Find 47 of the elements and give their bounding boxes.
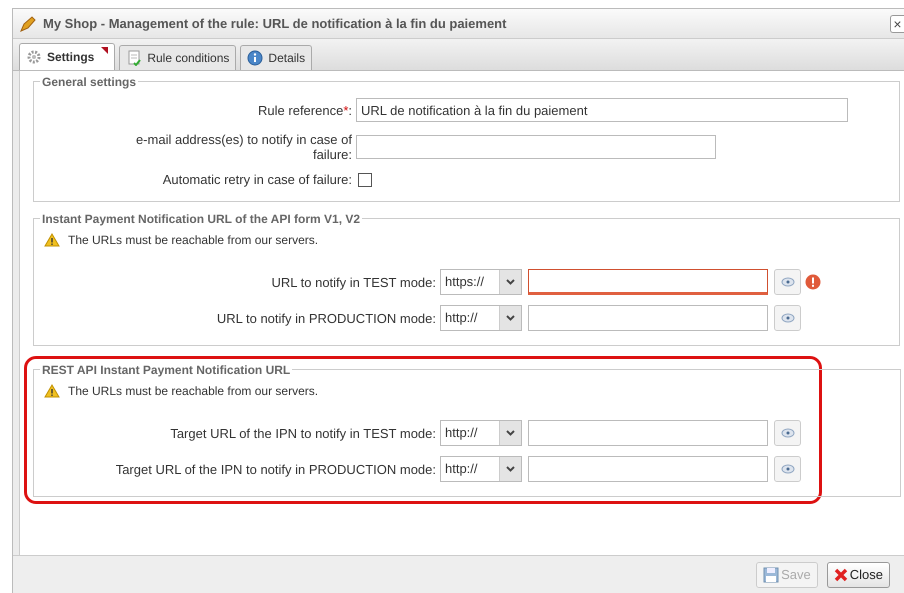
preview-button[interactable]: [774, 420, 801, 446]
tab[interactable]: Settings: [19, 43, 116, 70]
text-field[interactable]: URL de notification à la fin du paiement: [356, 98, 848, 122]
document-check-icon: [126, 50, 142, 66]
eye-icon: [780, 277, 794, 287]
field-label: Target URL of the IPN to notify in TEST mode:: [169, 426, 437, 440]
warning-text: The URLs must be reachable from our servers.: [68, 383, 318, 400]
close-button[interactable]: ×: [890, 14, 904, 32]
protocol-dropdown[interactable]: https://: [440, 269, 522, 295]
field-label: URL to notify in PRODUCTION mode:: [216, 310, 437, 326]
pen-icon: [19, 14, 37, 32]
preview-button[interactable]: [774, 305, 801, 331]
close-icon: [834, 568, 848, 582]
tab[interactable]: Details: [240, 45, 312, 70]
caret-icon: [499, 457, 521, 481]
eye-icon: [780, 464, 794, 474]
warning-text: The URLs must be reachable from our servers.: [68, 232, 318, 249]
protocol-dropdown[interactable]: http://: [440, 305, 522, 331]
caret-icon: [499, 421, 521, 445]
floppy-icon: [763, 566, 780, 582]
url-field[interactable]: [528, 269, 768, 295]
url-field[interactable]: [528, 305, 768, 331]
text-field[interactable]: [356, 135, 716, 159]
protocol-dropdown[interactable]: http://: [440, 456, 522, 482]
protocol-dropdown[interactable]: http://: [440, 420, 522, 446]
url-field[interactable]: [528, 456, 768, 482]
eye-icon: [780, 428, 794, 438]
url-field[interactable]: [528, 420, 768, 446]
warning-icon: [44, 233, 60, 247]
eye-icon: [780, 313, 794, 323]
gear-icon: [26, 49, 42, 65]
caret-icon: [499, 270, 521, 294]
preview-button[interactable]: [774, 269, 801, 295]
field-label: Automatic retry in case of failure:: [162, 172, 353, 187]
checkbox[interactable]: [358, 172, 372, 186]
field-label: URL to notify in TEST mode:: [270, 274, 437, 290]
field-label: Target URL of the IPN to notify in PRODUCTION mode:: [114, 462, 437, 476]
caret-icon: [499, 306, 521, 330]
field-label: e-mail address(es) to notify in case of failure:: [134, 132, 353, 162]
info-icon: [247, 50, 264, 66]
preview-button[interactable]: [774, 456, 801, 482]
field-label: Rule reference*:: [257, 102, 353, 118]
tab[interactable]: Rule conditions: [119, 45, 236, 70]
error-icon: [805, 274, 821, 290]
warning-icon: [44, 384, 60, 398]
close-button[interactable]: Close: [826, 562, 890, 588]
window-title: My Shop - Management of the rule: URL de notification à la fin du paiement: [43, 14, 506, 33]
